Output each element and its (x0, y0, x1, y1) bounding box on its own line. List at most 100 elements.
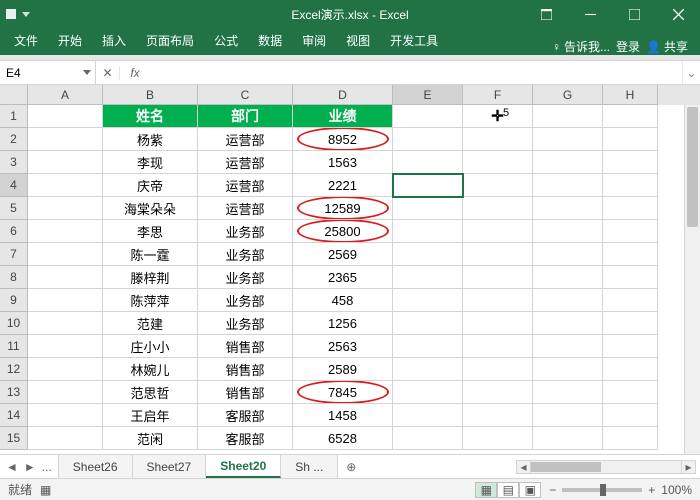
tell-me[interactable]: ♀告诉我... (552, 38, 610, 55)
cell-H1[interactable] (603, 105, 658, 128)
cell-E12[interactable] (393, 358, 463, 381)
cell-F9[interactable] (463, 289, 533, 312)
cell-E15[interactable] (393, 427, 463, 450)
cell-G4[interactable] (533, 174, 603, 197)
cell-E2[interactable] (393, 128, 463, 151)
cell-G15[interactable] (533, 427, 603, 450)
header-dept[interactable]: 部门 (198, 105, 293, 128)
cell-value[interactable]: 2569 (293, 243, 393, 266)
cell-name[interactable]: 李现 (103, 151, 198, 174)
cell-H9[interactable] (603, 289, 658, 312)
cells-area[interactable]: 姓名部门业绩✛5杨紫运营部8952李现运营部1563庆帝运营部2221海棠朵朵运… (28, 105, 700, 454)
cell-A10[interactable] (28, 312, 103, 335)
cell-F13[interactable] (463, 381, 533, 404)
cell-dept[interactable]: 运营部 (198, 151, 293, 174)
cell-dept[interactable]: 运营部 (198, 197, 293, 220)
cell-F6[interactable] (463, 220, 533, 243)
share-button[interactable]: 👤共享 (646, 38, 688, 55)
column-header-G[interactable]: G (533, 85, 603, 105)
cell-name[interactable]: 海棠朵朵 (103, 197, 198, 220)
vertical-scrollbar[interactable] (684, 105, 700, 454)
namebox-dropdown-icon[interactable] (83, 70, 91, 75)
horizontal-scroll-thumb[interactable] (531, 462, 601, 472)
cell-H13[interactable] (603, 381, 658, 404)
ribbon-tab-developer[interactable]: 开发工具 (380, 27, 448, 55)
cell-value[interactable]: 2365 (293, 266, 393, 289)
column-header-F[interactable]: F (463, 85, 533, 105)
cell-dept[interactable]: 销售部 (198, 381, 293, 404)
hscroll-left-icon[interactable]: ◂ (517, 461, 531, 473)
qat-icon[interactable] (6, 9, 16, 19)
cell-E10[interactable] (393, 312, 463, 335)
row-header-6[interactable]: 6 (0, 220, 28, 243)
sheet-nav-prev-icon[interactable]: ◄ (6, 460, 18, 474)
cell-value[interactable]: 6528 (293, 427, 393, 450)
cell-name[interactable]: 滕梓荆 (103, 266, 198, 289)
cell-name[interactable]: 范建 (103, 312, 198, 335)
cell-name[interactable]: 李思 (103, 220, 198, 243)
cell-H7[interactable] (603, 243, 658, 266)
cell-G5[interactable] (533, 197, 603, 220)
cell-value[interactable]: 8952 (293, 128, 393, 151)
cell-dept[interactable]: 销售部 (198, 335, 293, 358)
cancel-formula-button[interactable]: ✕ (96, 66, 120, 80)
cell-A5[interactable] (28, 197, 103, 220)
cell-dept[interactable]: 业务部 (198, 266, 293, 289)
cell-name[interactable]: 庆帝 (103, 174, 198, 197)
cell-F14[interactable] (463, 404, 533, 427)
view-normal-button[interactable]: ▦ (475, 482, 497, 498)
cell-H3[interactable] (603, 151, 658, 174)
cell-dept[interactable]: 运营部 (198, 128, 293, 151)
ribbon-options-button[interactable] (524, 0, 568, 28)
column-header-C[interactable]: C (198, 85, 293, 105)
cell-G11[interactable] (533, 335, 603, 358)
horizontal-scrollbar[interactable]: ◂ ▸ (516, 460, 696, 474)
cell-F15[interactable] (463, 427, 533, 450)
cell-H5[interactable] (603, 197, 658, 220)
cell-F4[interactable] (463, 174, 533, 197)
cell-F12[interactable] (463, 358, 533, 381)
cell-G10[interactable] (533, 312, 603, 335)
cell-F7[interactable] (463, 243, 533, 266)
row-header-3[interactable]: 3 (0, 151, 28, 174)
cell-E3[interactable] (393, 151, 463, 174)
cell-G6[interactable] (533, 220, 603, 243)
cell-name[interactable]: 杨紫 (103, 128, 198, 151)
cell-H15[interactable] (603, 427, 658, 450)
cell-F1[interactable]: ✛5 (463, 105, 533, 128)
cell-dept[interactable]: 业务部 (198, 220, 293, 243)
hscroll-right-icon[interactable]: ▸ (681, 461, 695, 473)
ribbon-tab-review[interactable]: 审阅 (292, 27, 336, 55)
row-header-1[interactable]: 1 (0, 105, 28, 128)
sheet-tab-Sheet27[interactable]: Sheet27 (133, 455, 207, 478)
cell-E7[interactable] (393, 243, 463, 266)
cell-G3[interactable] (533, 151, 603, 174)
name-box[interactable]: E4 (0, 61, 96, 84)
cell-value[interactable]: 12589 (293, 197, 393, 220)
cell-name[interactable]: 范思哲 (103, 381, 198, 404)
cell-value[interactable]: 25800 (293, 220, 393, 243)
column-header-A[interactable]: A (28, 85, 103, 105)
cell-G13[interactable] (533, 381, 603, 404)
ribbon-tab-formulas[interactable]: 公式 (204, 27, 248, 55)
cell-H8[interactable] (603, 266, 658, 289)
select-all-corner[interactable] (0, 85, 28, 105)
row-header-10[interactable]: 10 (0, 312, 28, 335)
row-header-11[interactable]: 11 (0, 335, 28, 358)
cell-H2[interactable] (603, 128, 658, 151)
cell-name[interactable]: 王启年 (103, 404, 198, 427)
cell-dept[interactable]: 业务部 (198, 289, 293, 312)
cell-A9[interactable] (28, 289, 103, 312)
cell-value[interactable]: 2221 (293, 174, 393, 197)
cell-name[interactable]: 林婉儿 (103, 358, 198, 381)
cell-dept[interactable]: 客服部 (198, 404, 293, 427)
cell-H12[interactable] (603, 358, 658, 381)
cell-A15[interactable] (28, 427, 103, 450)
cell-value[interactable]: 7845 (293, 381, 393, 404)
cell-A11[interactable] (28, 335, 103, 358)
cell-A7[interactable] (28, 243, 103, 266)
view-page-break-button[interactable]: ▣ (519, 482, 541, 498)
cell-G7[interactable] (533, 243, 603, 266)
cell-A4[interactable] (28, 174, 103, 197)
sheet-tab-Sh ...[interactable]: Sh ... (281, 455, 338, 478)
